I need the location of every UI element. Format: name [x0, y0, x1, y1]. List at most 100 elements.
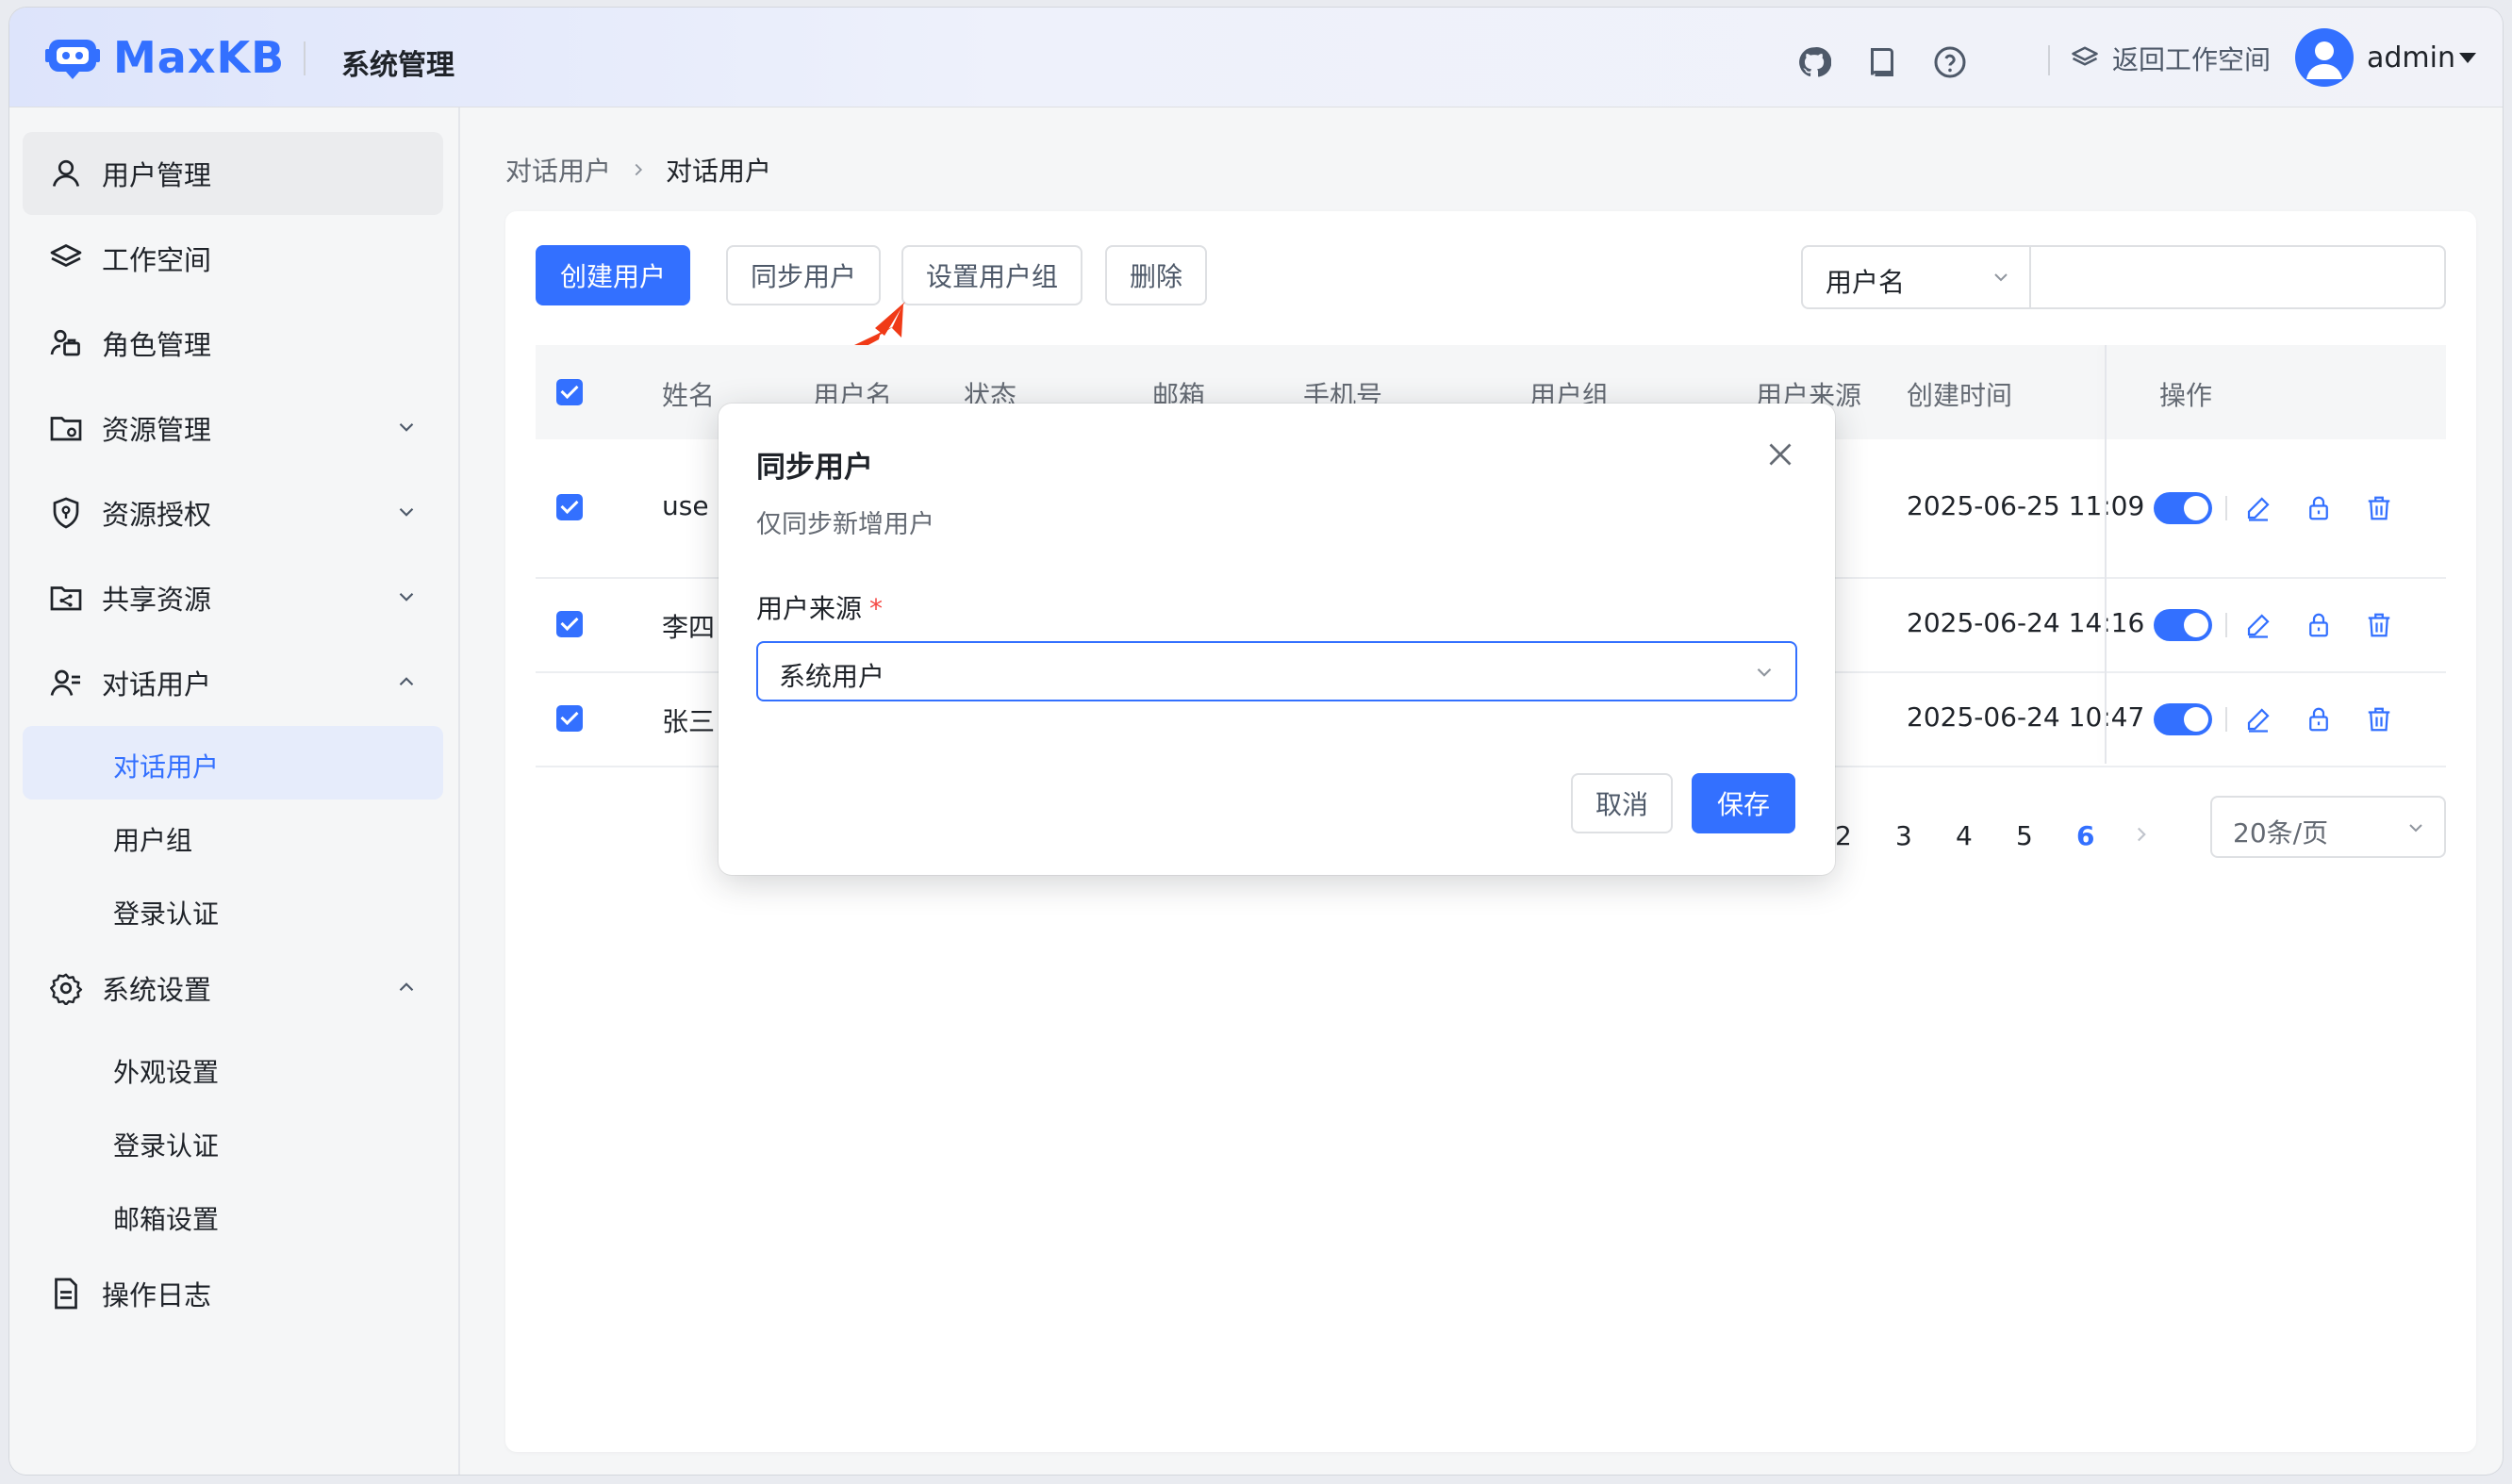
chevron-down-icon [399, 592, 414, 602]
brand-logo[interactable]: MaxKB [45, 32, 285, 83]
sync-users-dialog: 同步用户 仅同步新增用户 用户来源 * 系统用户 取消 保存 [719, 404, 1835, 875]
status-toggle[interactable] [2154, 703, 2212, 735]
search-field-select[interactable]: 用户名 [1801, 245, 2031, 309]
page-number[interactable]: 5 [2016, 820, 2033, 851]
edit-icon[interactable] [2244, 494, 2272, 522]
sidebar-item-label: 资源管理 [102, 414, 212, 446]
sidebar-item-chat-users[interactable]: 对话用户 [23, 641, 443, 724]
cell-created: 2025-06-24 10:47 [1907, 701, 2145, 733]
user-source-select[interactable]: 系统用户 [756, 641, 1797, 701]
github-icon[interactable] [1797, 45, 1831, 79]
gear-icon [50, 973, 83, 1005]
chevron-up-icon [399, 677, 414, 686]
sidebar-item-role-management[interactable]: 角色管理 [23, 302, 443, 385]
close-icon[interactable] [1763, 437, 1797, 471]
row-checkbox[interactable] [556, 494, 583, 520]
document-icon [55, 1278, 77, 1310]
chevron-down-icon [399, 507, 414, 517]
page-number[interactable]: 2 [1835, 820, 1852, 851]
sync-users-button[interactable]: 同步用户 [726, 245, 881, 305]
cancel-button[interactable]: 取消 [1571, 773, 1673, 833]
shared-folder-icon [50, 586, 82, 611]
set-user-group-button[interactable]: 设置用户组 [901, 245, 1082, 305]
chevron-down-icon [2409, 824, 2422, 833]
create-user-button[interactable]: 创建用户 [536, 245, 690, 305]
caret-down-icon[interactable] [2459, 53, 2476, 63]
user-source-label: 用户来源 * [756, 588, 883, 626]
user-menu-name[interactable]: admin [2367, 41, 2455, 74]
action-divider [2225, 496, 2227, 520]
select-all-checkbox[interactable] [556, 379, 583, 405]
trash-icon[interactable] [2365, 611, 2393, 639]
cell-created: 2025-06-25 11:09 [1907, 490, 2145, 521]
sidebar-item-user-management[interactable]: 用户管理 [23, 132, 443, 215]
page-number-current[interactable]: 6 [2076, 820, 2094, 851]
user-avatar[interactable] [2295, 28, 2354, 87]
header-divider [304, 41, 306, 75]
sidebar-subitem-label: 登录认证 [113, 1130, 220, 1162]
sidebar-item-resource-management[interactable]: 资源管理 [23, 387, 443, 470]
sidebar-subitem-chat-users[interactable]: 对话用户 [23, 726, 443, 800]
user-source-label-text: 用户来源 [756, 593, 863, 624]
page-size-select[interactable]: 20条/页 [2210, 796, 2446, 858]
edit-icon[interactable] [2244, 705, 2272, 734]
top-header: MaxKB 系统管理 返回工作空间 admin [9, 8, 2503, 107]
sidebar-subitem-login-auth-system[interactable]: 登录认证 [23, 1105, 443, 1179]
back-to-workspace-label: 返回工作空间 [2112, 44, 2272, 75]
docs-book-icon[interactable] [1865, 45, 1899, 79]
sidebar-item-shared-resources[interactable]: 共享资源 [23, 556, 443, 639]
sidebar-item-system-settings[interactable]: 系统设置 [23, 947, 443, 1030]
sidebar-item-operation-log[interactable]: 操作日志 [23, 1252, 443, 1335]
column-header: 操作 [2159, 380, 2213, 411]
chevron-down-icon [1994, 273, 2008, 282]
search-field-label: 用户名 [1826, 267, 1906, 298]
sidebar-subitem-label: 登录认证 [113, 899, 220, 930]
column-header: 创建时间 [1907, 380, 2013, 411]
sidebar-subitem-label: 外观设置 [113, 1057, 220, 1088]
lock-icon[interactable] [2305, 705, 2333, 734]
page-number[interactable]: 4 [1956, 820, 1973, 851]
lock-icon[interactable] [2305, 611, 2333, 639]
breadcrumb-parent[interactable]: 对话用户 [505, 151, 611, 189]
help-icon[interactable] [1933, 45, 1967, 79]
sidebar-subitem-appearance[interactable]: 外观设置 [23, 1031, 443, 1105]
sidebar-item-label: 资源授权 [102, 499, 212, 531]
breadcrumb: 对话用户 对话用户 [505, 151, 771, 189]
sidebar-item-workspace[interactable]: 工作空间 [23, 217, 443, 300]
page-number[interactable]: 3 [1895, 820, 1912, 851]
trash-icon[interactable] [2365, 705, 2393, 734]
search-input[interactable] [2029, 245, 2446, 309]
shield-icon [53, 497, 79, 529]
chevron-up-icon [399, 982, 414, 992]
layers-icon [50, 244, 82, 267]
row-checkbox[interactable] [556, 611, 583, 637]
dialog-subtitle: 仅同步新增用户 [756, 510, 934, 539]
delete-button[interactable]: 删除 [1105, 245, 1207, 305]
brand-name: MaxKB [113, 32, 286, 83]
sidebar-subitem-email-settings[interactable]: 邮箱设置 [23, 1179, 443, 1252]
back-to-workspace-link[interactable]: 返回工作空间 [2071, 40, 2271, 77]
sidebar-item-label: 角色管理 [102, 329, 212, 361]
save-button[interactable]: 保存 [1692, 773, 1795, 833]
folder-gear-icon [50, 417, 82, 441]
dialog-title: 同步用户 [756, 451, 873, 485]
chevron-right-icon[interactable] [2129, 822, 2154, 847]
chevron-down-icon [399, 422, 414, 432]
sidebar-subitem-label: 对话用户 [113, 751, 220, 783]
edit-icon[interactable] [2244, 611, 2272, 639]
sidebar: 用户管理 工作空间 角色管理 资源管理 资源授权 共享资源 对话用户 对话用户 … [9, 107, 460, 1475]
cell-name: use [662, 490, 709, 521]
action-divider [2225, 707, 2227, 732]
status-toggle[interactable] [2154, 492, 2212, 524]
sidebar-subitem-login-auth[interactable]: 登录认证 [23, 873, 443, 947]
lock-icon[interactable] [2305, 494, 2333, 522]
sidebar-subitem-user-groups[interactable]: 用户组 [23, 800, 443, 873]
trash-icon[interactable] [2365, 494, 2393, 522]
sidebar-subitem-label: 用户组 [113, 825, 193, 856]
row-checkbox[interactable] [556, 705, 583, 732]
status-toggle[interactable] [2154, 609, 2212, 641]
chevron-right-icon [635, 163, 643, 176]
layers-icon [2072, 46, 2098, 66]
sidebar-item-resource-authorization[interactable]: 资源授权 [23, 471, 443, 554]
cell-name: 李四 [662, 612, 716, 643]
